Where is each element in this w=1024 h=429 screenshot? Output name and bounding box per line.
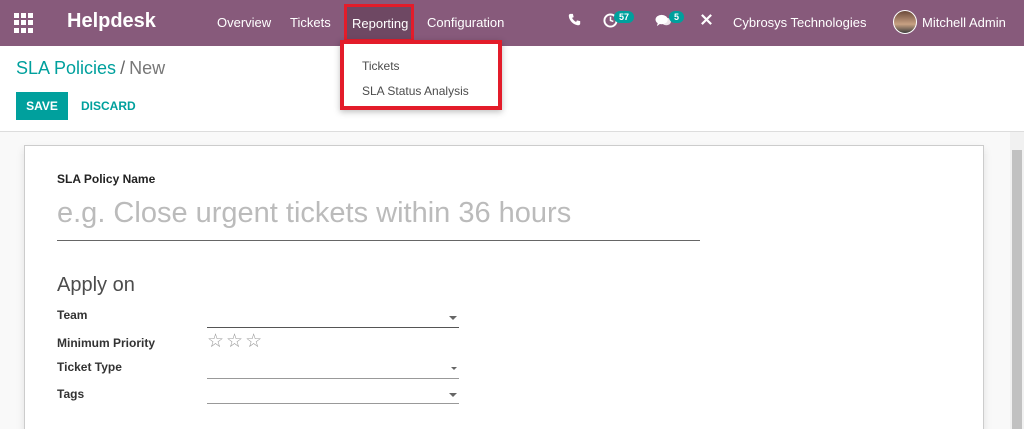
tags-select[interactable]: [207, 384, 459, 404]
reporting-dropdown: Tickets SLA Status Analysis: [340, 40, 502, 110]
messages-count-badge: 5: [669, 11, 685, 23]
ticket-type-label: Ticket Type: [57, 360, 122, 374]
save-button[interactable]: SAVE: [16, 92, 68, 120]
team-caret-icon: [449, 316, 457, 320]
menu-configuration[interactable]: Configuration: [427, 15, 504, 30]
tags-caret-icon: [449, 393, 457, 397]
app-brand[interactable]: Helpdesk: [67, 10, 156, 33]
ticket-type-select[interactable]: [207, 359, 459, 379]
breadcrumb-separator: /: [120, 58, 126, 78]
phone-icon[interactable]: [568, 13, 581, 30]
team-select[interactable]: [207, 308, 459, 328]
menu-reporting-label: Reporting: [352, 16, 409, 31]
breadcrumb-sla-policies[interactable]: SLA Policies: [16, 58, 116, 78]
priority-stars: ☆☆☆: [207, 330, 264, 353]
debug-tools-icon[interactable]: [700, 13, 713, 30]
breadcrumb-current: New: [129, 58, 166, 78]
ticket-type-caret-icon: [451, 367, 457, 370]
priority-star-icon[interactable]: ☆: [207, 331, 226, 352]
team-label: Team: [57, 308, 88, 322]
scrollbar-thumb[interactable]: [1012, 150, 1022, 429]
activity-count-badge: 57: [614, 11, 635, 23]
apply-on-heading: Apply on: [57, 274, 135, 296]
menu-tickets[interactable]: Tickets: [290, 15, 331, 30]
user-avatar[interactable]: [893, 10, 917, 34]
minimum-priority-label: Minimum Priority: [57, 336, 156, 350]
top-navbar: Helpdesk Overview Tickets Reporting Conf…: [0, 0, 1024, 46]
apps-grid-icon[interactable]: [14, 13, 34, 33]
sla-policy-name-label: SLA Policy Name: [57, 172, 156, 186]
priority-star-icon[interactable]: ☆: [245, 331, 264, 352]
priority-star-icon[interactable]: ☆: [226, 331, 245, 352]
dropdown-item-tickets[interactable]: Tickets: [362, 59, 400, 73]
tags-label: Tags: [57, 387, 85, 401]
discard-button[interactable]: DISCARD: [81, 92, 136, 120]
company-switcher[interactable]: Cybrosys Technologies: [733, 15, 866, 30]
dropdown-item-sla-status-analysis[interactable]: SLA Status Analysis: [362, 84, 469, 98]
breadcrumb: SLA Policies / New: [16, 58, 165, 79]
menu-overview[interactable]: Overview: [217, 15, 271, 30]
menu-reporting[interactable]: Reporting: [344, 4, 414, 42]
user-menu[interactable]: Mitchell Admin: [922, 15, 1006, 30]
form-sheet: [24, 145, 984, 429]
sla-policy-name-input[interactable]: e.g. Close urgent tickets within 36 hour…: [57, 194, 700, 241]
